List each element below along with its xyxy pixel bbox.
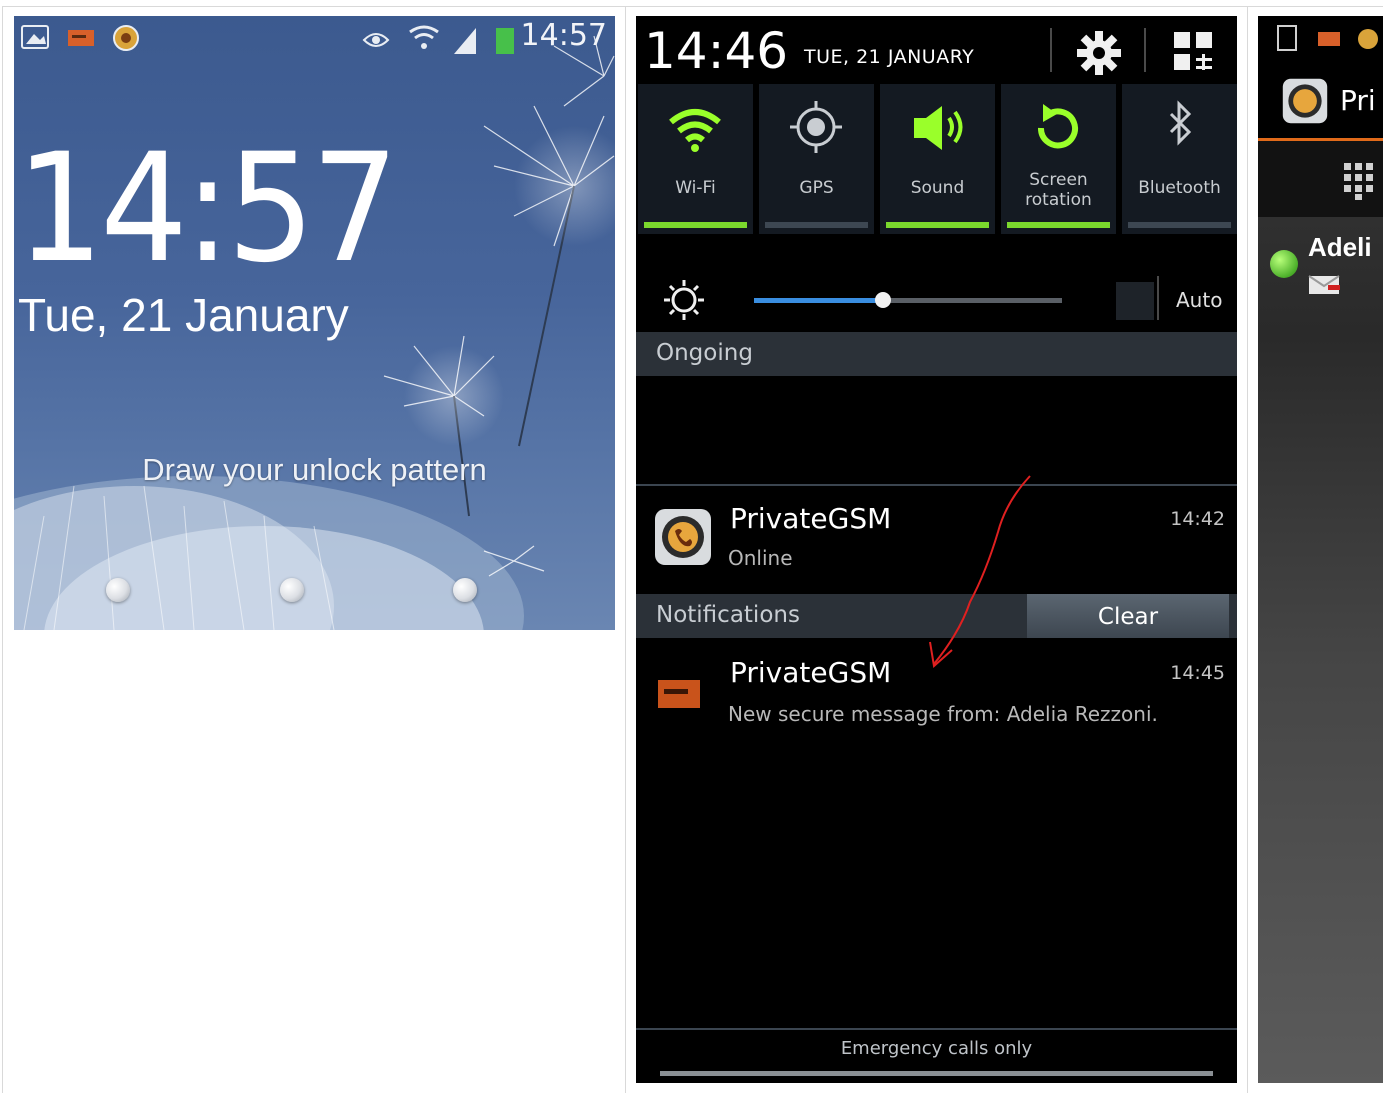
toggle-label: Sound <box>910 178 965 198</box>
toggle-indicator <box>1007 222 1110 228</box>
document-icon <box>1277 25 1297 51</box>
toggle-label: Wi-Fi <box>675 178 716 198</box>
header-separator-2 <box>1144 28 1146 72</box>
toggle-indicator <box>1128 222 1231 228</box>
brightness-slider[interactable] <box>754 292 1062 308</box>
toggle-label: Screen rotation <box>1025 170 1092 210</box>
frame-divider-2 <box>1247 6 1248 1093</box>
status-clock: 14:57 <box>520 18 607 53</box>
notifications-header-label: Notifications <box>656 602 800 628</box>
privategsm-status-icon <box>1358 29 1378 49</box>
bluetooth-icon <box>1169 100 1192 146</box>
brightness-slider-thumb[interactable] <box>875 292 892 308</box>
app-status-icons <box>1277 25 1378 51</box>
notification-time: 14:45 <box>1170 662 1225 684</box>
brightness-icon <box>664 280 704 320</box>
brightness-slider-fill <box>754 298 884 303</box>
frame-divider-1 <box>625 6 626 1093</box>
toggle-indicator <box>644 222 747 228</box>
message-icon <box>1318 32 1340 46</box>
toggle-label: Bluetooth <box>1138 178 1221 198</box>
toggle-wifi[interactable]: Wi-Fi <box>638 84 753 234</box>
app-status-bar <box>1258 16 1383 60</box>
privategsm-app-icon <box>655 509 711 565</box>
toggle-screen-rotation[interactable]: Screen rotation <box>1001 84 1116 234</box>
auto-brightness-checkbox[interactable] <box>1116 282 1154 320</box>
wifi-icon <box>409 25 439 34</box>
app-tab-bar <box>1258 141 1383 217</box>
online-status-icon <box>1270 250 1298 278</box>
panel-bottom-divider <box>636 1028 1237 1030</box>
notification-subtitle: Online <box>728 546 793 570</box>
header-separator <box>1050 28 1052 72</box>
status-bar: 14:57 <box>14 16 615 60</box>
rotation-icon <box>1037 104 1078 149</box>
pattern-dot-3[interactable] <box>453 578 477 602</box>
panel-drag-handle[interactable] <box>660 1071 1213 1076</box>
lock-screen: 14:57 14:57 Tue, 21 January Draw your un… <box>14 16 615 630</box>
auto-brightness-label: Auto <box>1176 288 1223 312</box>
toggle-indicator <box>886 222 989 228</box>
privategsm-app-icon <box>1282 78 1328 124</box>
toggle-label: GPS <box>799 178 834 198</box>
emergency-calls-label: Emergency calls only <box>840 1038 1033 1059</box>
ongoing-header-label: Ongoing <box>656 340 753 366</box>
clear-button[interactable]: Clear <box>1027 594 1229 638</box>
frame-top-border <box>2 6 1383 7</box>
signal-icon <box>454 28 476 54</box>
lock-date: Tue, 21 January <box>18 289 349 341</box>
settings-gear-icon[interactable] <box>1074 28 1124 78</box>
toggle-sound[interactable]: Sound <box>880 84 995 234</box>
annotation-arrow <box>929 475 1031 668</box>
quick-settings-grid-icon[interactable] <box>1170 28 1216 74</box>
lock-time: 14:57 <box>16 122 399 296</box>
toggle-bluetooth[interactable]: Bluetooth <box>1122 84 1237 234</box>
app-title: Pri <box>1340 84 1376 117</box>
toggle-gps[interactable]: GPS <box>759 84 874 234</box>
sound-icon <box>914 106 963 150</box>
pattern-dot-1[interactable] <box>106 578 130 602</box>
gps-icon <box>790 101 842 153</box>
dialpad-icon[interactable] <box>1342 161 1376 201</box>
auto-separator <box>1157 276 1159 320</box>
notification-panel: 14:46 TUE, 21 JANUARY Wi-Fi GPS Sound Sc… <box>636 16 1237 1083</box>
panel-date: TUE, 21 JANUARY <box>804 46 975 68</box>
notification-time: 14:42 <box>1170 508 1225 530</box>
toggle-indicator <box>765 222 868 228</box>
secure-message-icon <box>658 680 700 708</box>
contact-name[interactable]: Adeli <box>1308 232 1372 263</box>
unread-message-icon <box>1308 275 1340 294</box>
pattern-dot-2[interactable] <box>280 578 304 602</box>
battery-icon <box>496 28 514 54</box>
unlock-prompt: Draw your unlock pattern <box>142 452 487 487</box>
brightness-row: Auto <box>636 246 1237 330</box>
frame-left-border <box>2 6 3 1093</box>
ongoing-header: Ongoing <box>636 332 1237 376</box>
wifi-icon <box>669 109 721 152</box>
notification-title: PrivateGSM <box>730 656 892 689</box>
panel-time: 14:46 <box>644 22 789 80</box>
notification-subtitle: New secure message from: Adelia Rezzoni. <box>728 702 1158 726</box>
privategsm-app-screen: Pri Adeli <box>1258 16 1383 1083</box>
notification-title: PrivateGSM <box>730 502 892 535</box>
